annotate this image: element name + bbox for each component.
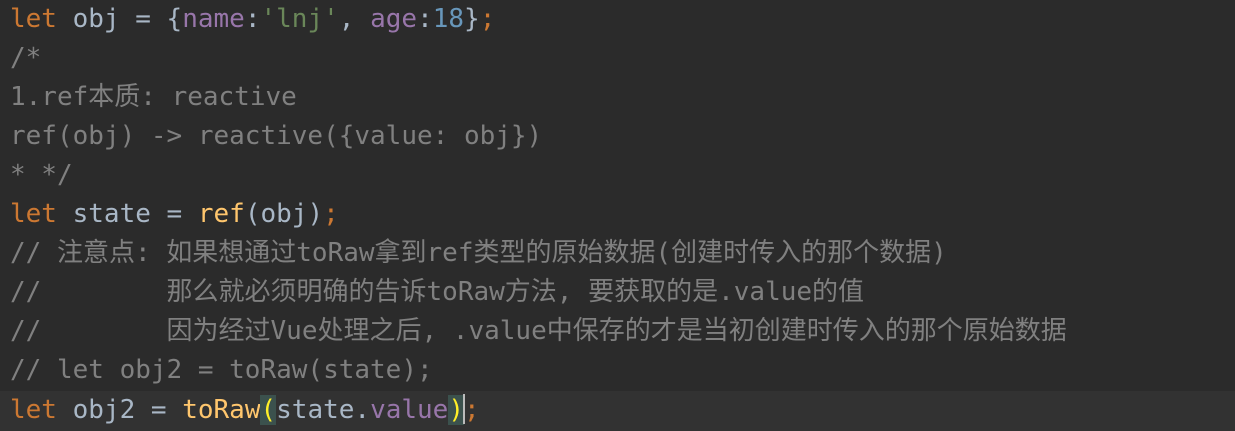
string-literal: 'lnj' (260, 4, 339, 34)
close-paren-matched: ) (448, 395, 464, 425)
identifier-obj2: obj2 = (56, 395, 183, 425)
code-line-9[interactable]: // 因为经过Vue处理之后, .value中保存的才是当初创建时传入的那个原始… (10, 312, 1067, 351)
line-comment: // let obj2 = toRaw(state); (10, 355, 433, 385)
code-line-5[interactable]: * */ (10, 156, 73, 195)
code-line-3[interactable]: 1.ref本质: reactive (10, 78, 297, 117)
function-ref: ref (197, 199, 245, 229)
code-line-7[interactable]: // 注意点: 如果想通过toRaw拿到ref类型的原始数据(创建时传入的那个数… (10, 234, 947, 273)
keyword-let: let (10, 395, 57, 425)
block-comment: ref(obj) -> reactive({value: obj}) (10, 121, 543, 151)
semicolon: ; (323, 199, 339, 229)
block-comment: /* (10, 43, 42, 73)
punctuation: : (244, 4, 261, 34)
open-paren-matched: ( (260, 395, 277, 425)
keyword-let: let (10, 199, 57, 229)
code-line-6[interactable]: let state = ref(obj); (10, 195, 339, 234)
line-comment: // 因为经过Vue处理之后, .value中保存的才是当初创建时传入的那个原始… (10, 316, 1067, 346)
number-literal: 18 (432, 4, 465, 34)
code-line-2[interactable]: /* (10, 39, 41, 78)
punctuation: : (417, 4, 433, 34)
line-comment: // 那么就必须明确的告诉toRaw方法, 要获取的是.value的值 (10, 277, 865, 307)
keyword-let: let (10, 4, 57, 34)
line-comment: // 注意点: 如果想通过toRaw拿到ref类型的原始数据(创建时传入的那个数… (10, 238, 947, 268)
identifier-state: state. (276, 395, 371, 425)
punctuation: } (464, 4, 480, 34)
code-line-4[interactable]: ref(obj) -> reactive({value: obj}) (10, 117, 542, 156)
property-value: value (370, 395, 449, 425)
call-arguments: (obj) (244, 199, 324, 229)
punctuation: = { (119, 4, 183, 34)
punctuation: , (338, 4, 371, 34)
semicolon: ; (479, 4, 496, 34)
identifier-obj: obj (72, 4, 120, 34)
code-line-11[interactable]: let obj2 = toRaw(state.value); (10, 391, 480, 430)
semicolon: ; (464, 395, 480, 425)
identifier-state: state = (56, 199, 198, 229)
code-line-1[interactable]: let obj = {name:'lnj', age:18}; (10, 0, 495, 39)
code-editor[interactable]: let obj = {name:'lnj', age:18}; /* 1.ref… (0, 0, 1235, 431)
block-comment: * */ (10, 160, 73, 190)
block-comment: 1.ref本质: reactive (10, 82, 297, 112)
property-name: name (182, 4, 245, 34)
property-age: age (370, 4, 418, 34)
code-line-8[interactable]: // 那么就必须明确的告诉toRaw方法, 要获取的是.value的值 (10, 273, 864, 312)
code-line-10[interactable]: // let obj2 = toRaw(state); (10, 351, 433, 390)
function-toRaw: toRaw (182, 395, 261, 425)
